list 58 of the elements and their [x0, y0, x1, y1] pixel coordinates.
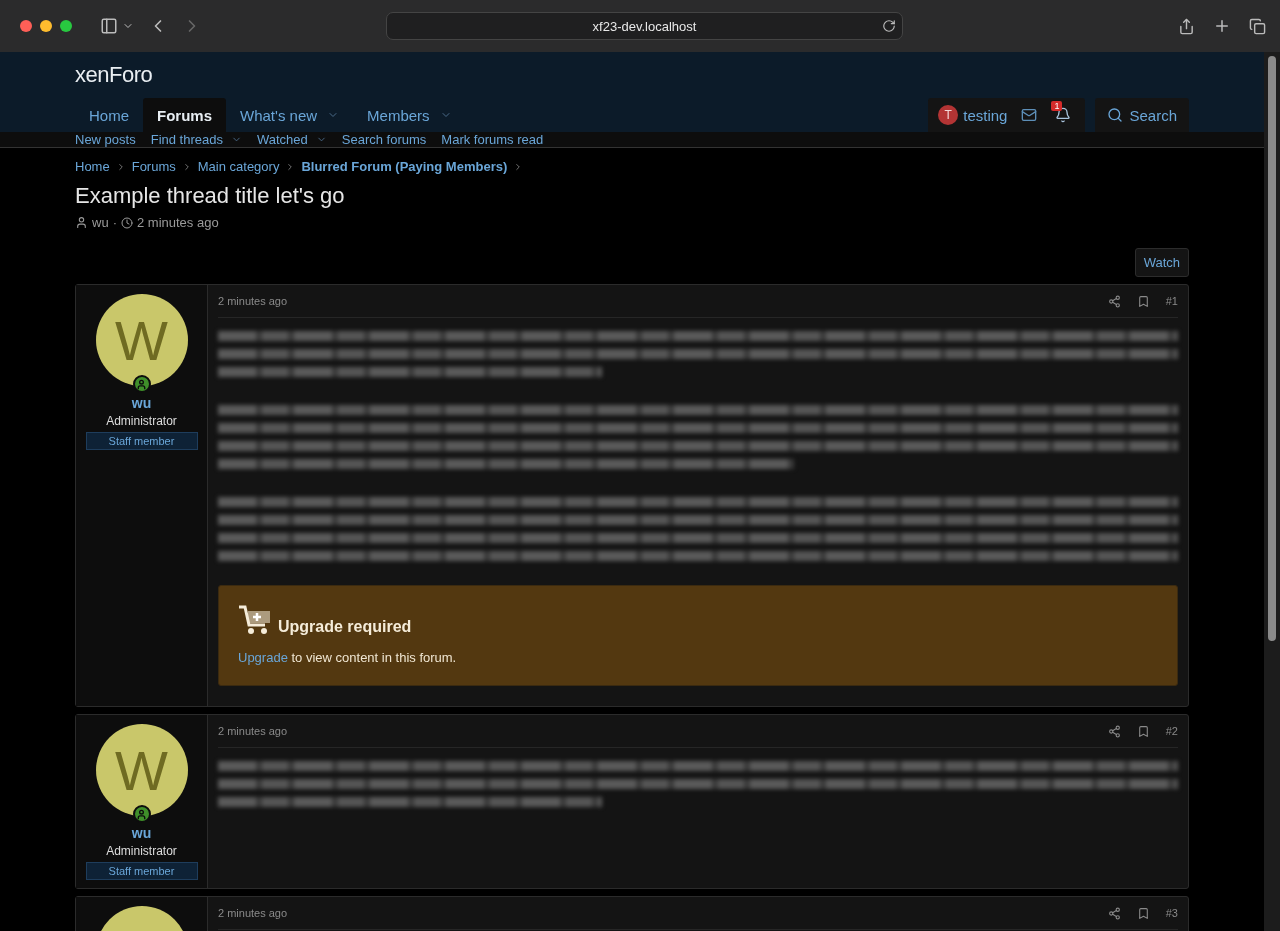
thread-author[interactable]: wu: [92, 215, 109, 230]
logo: xenForo: [75, 61, 154, 89]
share-icon[interactable]: [1107, 906, 1121, 920]
staff-banner: Staff member: [85, 432, 198, 450]
search-button[interactable]: Search: [1095, 98, 1189, 132]
sub-nav-link[interactable]: Watched: [256, 132, 327, 147]
username-link[interactable]: wu: [131, 395, 152, 411]
user-role: Administrator: [106, 844, 177, 858]
share-icon[interactable]: [1107, 724, 1121, 738]
close-icon[interactable]: [20, 20, 32, 32]
post-number[interactable]: #1: [1165, 295, 1178, 307]
breadcrumb-link[interactable]: Forums: [131, 159, 176, 174]
meta-separator: ·: [112, 215, 117, 230]
thread-time: 2 minutes ago: [136, 215, 219, 230]
sub-nav-link[interactable]: New posts: [75, 132, 136, 147]
minimize-icon[interactable]: [40, 20, 52, 32]
alert-badge: 1: [1051, 101, 1063, 111]
address-bar[interactable]: xf23-dev.localhost: [386, 12, 903, 40]
cart-icon: [238, 604, 272, 636]
user-role: Administrator: [106, 414, 177, 428]
nav-tab[interactable]: Members: [353, 98, 466, 132]
sidebar-icon[interactable]: [100, 17, 118, 35]
nav-tab[interactable]: Forums: [143, 98, 227, 132]
bookmark-icon[interactable]: [1136, 906, 1150, 920]
upgrade-link[interactable]: Upgrade: [238, 650, 288, 665]
search-icon: [1107, 107, 1124, 123]
notice-title: Upgrade required: [278, 618, 412, 636]
watch-button[interactable]: Watch: [1134, 248, 1189, 277]
thread-title: Example thread title let's go: [75, 183, 346, 209]
user-avatar: T: [938, 105, 959, 125]
reload-icon[interactable]: [882, 19, 896, 33]
clock-icon: [120, 216, 133, 229]
breadcrumb-link[interactable]: Blurred Forum (Paying Members): [301, 159, 508, 174]
zoom-icon[interactable]: [60, 20, 72, 32]
new-tab-icon[interactable]: [1213, 17, 1231, 35]
post-time: 2 minutes ago: [218, 907, 288, 919]
post-number[interactable]: #2: [1165, 725, 1178, 737]
post-time: 2 minutes ago: [218, 725, 288, 737]
nav-tab[interactable]: Home: [75, 98, 143, 132]
post-number[interactable]: #3: [1165, 907, 1178, 919]
tabs-overview-icon[interactable]: [1249, 17, 1266, 35]
bookmark-icon[interactable]: [1136, 294, 1150, 308]
scrollbar-thumb[interactable]: [1268, 56, 1276, 641]
staff-banner: Staff member: [85, 862, 198, 880]
share-icon[interactable]: [1107, 294, 1121, 308]
sub-nav-link[interactable]: Find threads: [150, 132, 242, 147]
username-link[interactable]: wu: [131, 825, 152, 841]
user-icon: [75, 216, 88, 229]
sub-nav-link[interactable]: Search forums: [341, 132, 427, 147]
post-time: 2 minutes ago: [218, 295, 288, 307]
sub-nav-link[interactable]: Mark forums read: [441, 132, 544, 147]
nav-tab[interactable]: What's new: [226, 98, 354, 132]
notice-text: Upgrade to view content in this forum.: [238, 650, 458, 665]
bookmark-icon[interactable]: [1136, 724, 1150, 738]
breadcrumb-link[interactable]: Home: [75, 159, 110, 174]
user-link[interactable]: T testing: [938, 105, 1008, 125]
breadcrumb-link[interactable]: Main category: [197, 159, 280, 174]
share-icon[interactable]: [1178, 17, 1195, 35]
